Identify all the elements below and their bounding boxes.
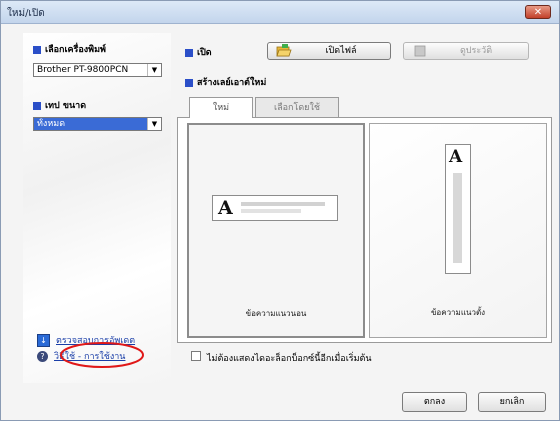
printer-value: Brother PT-9800PCN [37,65,129,75]
title-bar: ใหม่/เปิด ✕ [1,1,559,24]
horizontal-glyph: A [218,197,233,219]
cancel-button[interactable]: ยกเลิก [478,392,546,412]
tab-new[interactable]: ใหม่ [189,97,253,118]
history-label: ดูประวัติ [459,46,493,56]
tape-size-combobox[interactable]: ทั้งหมด ▼ [33,117,162,131]
vertical-glyph: A [449,147,463,167]
tape-size-section-label: เทป ขนาด [33,98,86,112]
section-bullet [33,45,41,54]
open-file-button[interactable]: เปิดไฟล์ [267,42,391,60]
dropdown-arrow-icon[interactable]: ▼ [147,64,161,76]
update-icon: ↓ [37,334,50,347]
dont-show-checkbox-label: ไม่ต้องแสดงไดอะล็อกบ็อกซ์นี้อีกเมื่อเริ่… [207,354,372,364]
section-bullet [33,101,41,110]
history-icon [414,45,426,57]
new-open-dialog: ใหม่/เปิด ✕ เลือกเครื่องพิมพ์ Brother PT… [0,0,560,421]
text-line-placeholder [241,202,325,206]
ok-button[interactable]: ตกลง [402,392,467,412]
tab-choose-from[interactable]: เลือกโดยใช้ [255,97,339,119]
left-panel [23,33,171,383]
vertical-text-label: ข้อความแนวตั้ง [430,308,486,317]
vertical-text-option[interactable]: A ข้อความแนวตั้ง [369,123,547,338]
horizontal-text-option[interactable]: A ข้อความแนวนอน [187,123,365,338]
vertical-label-preview: A [445,144,471,274]
help-icon: ? [37,351,48,362]
text-line-placeholder [453,173,462,263]
dont-show-checkbox[interactable] [191,351,201,361]
text-line-placeholder [241,209,301,213]
history-button[interactable]: ดูประวัติ [403,42,529,60]
close-button[interactable]: ✕ [525,5,551,19]
horizontal-label-preview: A [212,195,338,221]
printer-combobox[interactable]: Brother PT-9800PCN ▼ [33,63,162,77]
horizontal-text-label: ข้อความแนวนอน [245,309,307,318]
open-section-label: เปิด [185,45,212,59]
folder-open-icon [276,44,292,57]
highlight-ring [60,342,144,368]
section-bullet [185,78,193,87]
printer-section-label: เลือกเครื่องพิมพ์ [33,42,106,56]
section-bullet [185,48,193,57]
close-icon: ✕ [533,6,543,18]
new-layout-section-label: สร้างเลย์เอาต์ใหม่ [185,75,266,89]
tape-size-value: ทั้งหมด [37,119,66,129]
open-file-label: เปิดไฟล์ [325,46,357,56]
window-title: ใหม่/เปิด [7,8,45,19]
dropdown-arrow-icon[interactable]: ▼ [147,118,161,130]
